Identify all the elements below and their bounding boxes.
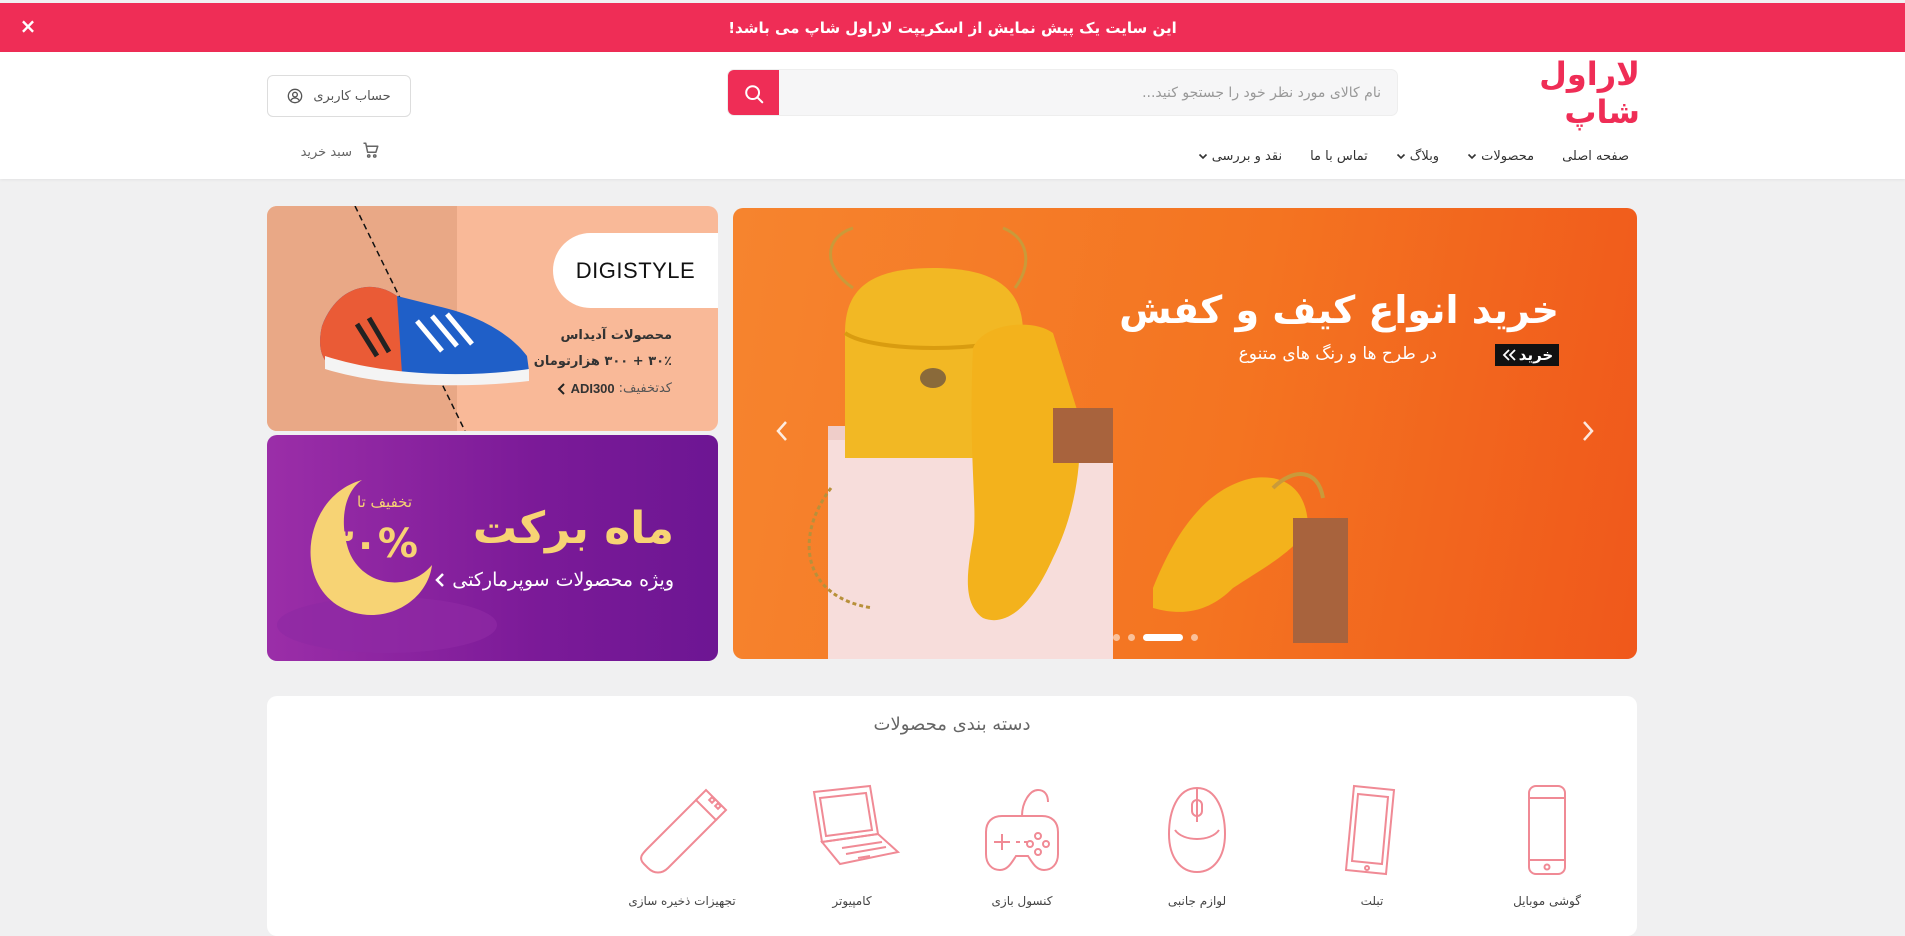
month-subtitle: ویژه محصولات سوپرمارکتی [434,569,674,591]
slider-next-button[interactable] [1573,416,1603,446]
slider-dot[interactable] [1191,634,1198,641]
discount-value: ۳۰% [329,521,418,567]
nav-item-label: نقد و بررسی [1211,148,1283,164]
nav-item-label: وبلاگ [1409,148,1440,164]
site-logo[interactable]: لاراول شاپ [1500,55,1640,131]
user-circle-icon [287,88,303,104]
category-label: کامپیوتر [832,894,872,908]
category-computer[interactable]: کامپیوتر [787,782,917,912]
buy-button[interactable]: خرید [1495,344,1559,366]
category-label: گوشی موبایل [1513,894,1581,908]
chevron-down-icon [1396,153,1405,160]
discount-code: کدتخفیف: ADI300 [557,381,672,396]
categories-title: دسته بندی محصولات [873,714,1031,735]
supermarket-banner[interactable]: تخفیف تا ۳۰% ماه برکت ویژه محصولات سوپرم… [267,435,718,661]
laptop-icon [812,784,901,866]
slider-title: خرید انواع کیف و کفش [1119,288,1559,332]
code-label: کدتخفیف: [618,381,672,396]
slider-subtitle: در طرح ها و رنگ های متنوع [1238,344,1437,364]
category-label: لوازم جانبی [1167,894,1227,908]
nav-item-reviews[interactable]: نقد و بررسی [1198,149,1282,164]
category-label: تبلت [1360,894,1384,908]
month-subtitle-text: ویژه محصولات سوپرمارکتی [452,569,674,591]
slider-dot[interactable] [1113,634,1120,641]
chevron-left-icon [435,573,445,587]
usb-drive-icon [640,788,728,874]
category-label: کنسول بازی [991,894,1053,908]
month-title: ماه برکت [472,503,674,554]
chevron-left-icon [557,382,565,395]
category-mobile[interactable]: گوشی موبایل [1482,782,1612,912]
buy-label: خرید [1518,346,1554,364]
search-icon [744,84,763,103]
chevron-down-icon [1468,153,1477,160]
nav-item-label: صفحه اصلی [1562,148,1629,164]
mobile-icon [1528,785,1566,875]
adidas-banner[interactable]: DIGISTYLE محصولات آدیداس ۳۰٪ + ۳۰۰ هزارت… [267,206,718,431]
cart-link[interactable]: سبد خرید [270,140,380,164]
discount-up-to: تخفیف تا [357,493,413,511]
promo-bar: این سایت یک پیش نمایش از اسکریپت لاراول … [0,3,1905,52]
slider-dot[interactable] [1128,634,1135,641]
category-storage[interactable]: تجهیزات ذخیره سازی [617,782,747,912]
chevron-right-icon [1583,421,1594,441]
nav-item-products[interactable]: محصولات [1467,149,1534,164]
category-label: تجهیزات ذخیره سازی [628,894,736,908]
cart-icon [362,141,380,163]
nav-item-label: تماس با ما [1310,148,1368,164]
search-box [727,69,1398,116]
code-value: ADI300 [570,381,615,396]
categories-section: دسته بندی محصولات گوشی موبایل تبلت لوازم… [267,696,1637,936]
close-icon[interactable]: × [18,16,38,36]
main-slider[interactable]: خرید انواع کیف و کفش در طرح ها و رنگ های… [733,208,1637,659]
site-header: لاراول شاپ حساب کاربری سبد خرید صفحه اصل… [0,52,1905,179]
banner-line-1: محصولات آدیداس [560,328,672,343]
category-console[interactable]: کنسول بازی [957,782,1087,912]
tablet-icon [1344,784,1396,876]
nav-item-blog[interactable]: وبلاگ [1396,149,1439,164]
slider-prev-button[interactable] [767,416,797,446]
nav-item-home[interactable]: صفحه اصلی [1562,149,1629,164]
cart-label: سبد خرید [300,144,352,160]
double-chevron-left-icon [1502,349,1516,361]
banner-line-2: ۳۰٪ + ۳۰۰ هزارتومان [533,354,672,369]
slider-dot-active[interactable] [1143,634,1183,641]
search-input[interactable] [777,70,1397,115]
digistyle-logo: DIGISTYLE [553,233,718,308]
account-button[interactable]: حساب کاربری [267,75,411,117]
chevron-left-icon [776,421,787,441]
nav-item-contact[interactable]: تماس با ما [1310,149,1368,164]
promo-message: این سایت یک پیش نمایش از اسکریپت لاراول … [728,18,1177,37]
mouse-icon [1167,786,1227,874]
category-tablet[interactable]: تبلت [1307,782,1437,912]
bag-and-shoes-illustration [807,226,1348,659]
nav-item-label: محصولات [1481,148,1535,164]
gamepad-icon [985,788,1059,872]
search-button[interactable] [728,70,779,115]
category-accessories[interactable]: لوازم جانبی [1132,782,1262,912]
slider-dots [1113,634,1198,641]
account-label: حساب کاربری [313,88,391,104]
main-nav: صفحه اصلی محصولات وبلاگ تماس با ما نقد و… [1198,142,1629,170]
chevron-down-icon [1198,153,1207,160]
